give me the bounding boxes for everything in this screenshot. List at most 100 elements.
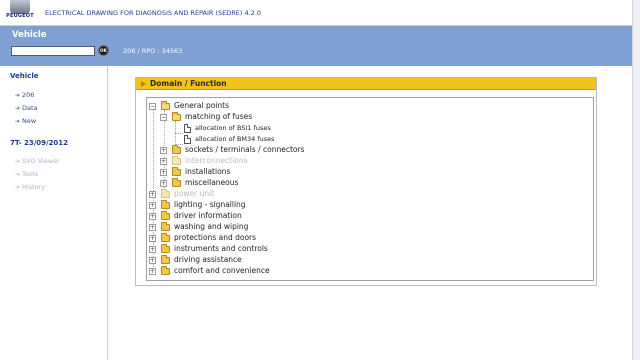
tree-item-washing-wiping[interactable]: + washing and wiping <box>149 222 349 233</box>
tree-item-label: comfort and convenience <box>174 266 270 275</box>
folder-icon <box>161 244 170 253</box>
tree-item-general-points[interactable]: − General points <box>149 101 349 112</box>
tree-item-miscellaneous[interactable]: + miscellaneous <box>160 178 360 189</box>
document-icon <box>184 124 191 133</box>
expand-icon[interactable]: + <box>149 191 156 198</box>
folder-icon <box>172 112 181 121</box>
tree-item-label: washing and wiping <box>174 222 249 231</box>
tree-item-sockets[interactable]: + sockets / terminals / connectors <box>160 145 380 156</box>
sidebar-link-tools[interactable]: ➔ Tools <box>15 170 38 178</box>
folder-icon <box>161 266 170 275</box>
tree-item-label: power unit <box>174 189 215 198</box>
sidebar: Vehicle ➔ 206 ➔ Data ➔ New 7T- 23/09/2012 ➔… <box>0 66 108 360</box>
folder-icon <box>161 101 170 110</box>
expand-icon[interactable]: + <box>149 224 156 231</box>
expand-icon[interactable]: + <box>149 235 156 242</box>
expand-icon[interactable]: + <box>160 147 167 154</box>
logo-text: PEUGEOT <box>6 13 34 19</box>
tree-item-interconnections[interactable]: + interconnections <box>160 156 360 167</box>
tree-item-label: allocation of BM34 fuses <box>195 135 275 143</box>
sidebar-link-new[interactable]: ➔ New <box>15 117 36 125</box>
tree-item-driver-information[interactable]: + driver information <box>149 211 349 222</box>
tree-item-lighting[interactable]: + lighting - signalling <box>149 200 349 211</box>
tree-item-bsi1-fuses[interactable]: allocation of BSI1 fuses <box>184 123 384 134</box>
window-edge <box>632 0 640 360</box>
vehicle-info: 206 / RPO : 34563 <box>123 47 183 55</box>
collapse-icon[interactable]: − <box>160 114 167 121</box>
expand-icon[interactable]: + <box>149 213 156 220</box>
arrow-icon: ➔ <box>15 171 21 178</box>
tree-item-label: matching of fuses <box>185 112 253 121</box>
vehicle-bar-title: Vehicle <box>12 30 47 40</box>
tree-connector <box>175 133 183 134</box>
sidebar-link-svg-viewer[interactable]: ➔ SVG Viewer <box>15 157 60 165</box>
sidebar-section-vehicle: Vehicle <box>10 72 39 80</box>
sidebar-link-label: History <box>22 183 46 191</box>
tree-item-label: allocation of BSI1 fuses <box>195 124 271 132</box>
tree-item-driving-assistance[interactable]: + driving assistance <box>149 255 349 266</box>
tree-item-label: driving assistance <box>174 255 242 264</box>
sidebar-link-label: Data <box>22 104 38 112</box>
vehicle-bar: Vehicle OK 206 / RPO : 34563 <box>0 26 632 66</box>
tree-item-label: instruments and controls <box>174 244 268 253</box>
folder-icon <box>161 200 170 209</box>
folder-icon <box>161 222 170 231</box>
tree-item-matching-of-fuses[interactable]: − matching of fuses <box>160 112 360 123</box>
arrow-icon: ➔ <box>15 105 21 112</box>
sidebar-link-data[interactable]: ➔ Data <box>15 104 38 112</box>
lion-badge-icon <box>10 0 30 14</box>
folder-icon <box>172 156 181 165</box>
folder-icon <box>161 233 170 242</box>
tree-item-power-unit[interactable]: + power unit <box>149 189 349 200</box>
expand-icon[interactable]: + <box>160 180 167 187</box>
tree-item-instruments-controls[interactable]: + instruments and controls <box>149 244 349 255</box>
tree-item-comfort-convenience[interactable]: + comfort and convenience <box>149 266 349 277</box>
expand-icon[interactable]: + <box>149 268 156 275</box>
tree-item-label: sockets / terminals / connectors <box>185 145 305 154</box>
folder-icon <box>172 167 181 176</box>
sidebar-link-history[interactable]: ➔ History <box>15 183 45 191</box>
expand-icon[interactable]: + <box>149 202 156 209</box>
expand-icon[interactable]: + <box>149 246 156 253</box>
sidebar-link-206[interactable]: ➔ 206 <box>15 91 34 99</box>
expand-icon[interactable]: + <box>160 169 167 176</box>
vehicle-search-input[interactable] <box>11 46 95 56</box>
sidebar-link-label: SVG Viewer <box>22 157 60 165</box>
tree-item-label: miscellaneous <box>185 178 239 187</box>
collapse-icon[interactable]: − <box>149 103 156 110</box>
tree-item-label: General points <box>174 101 229 110</box>
folder-icon <box>161 189 170 198</box>
sidebar-link-label: New <box>22 117 37 125</box>
arrow-icon: ➔ <box>15 118 21 125</box>
sidebar-section-date: 7T- 23/09/2012 <box>10 139 69 147</box>
app-title: ELECTRICAL DRAWING FOR DIAGNOSIS AND REP… <box>45 9 262 17</box>
panel-header: Domain / Function <box>136 78 596 90</box>
arrow-icon: ➔ <box>15 92 21 99</box>
sidebar-link-label: 206 <box>22 91 35 99</box>
document-icon <box>184 135 191 144</box>
ok-button[interactable]: OK <box>98 45 109 56</box>
tree-item-installations[interactable]: + installations <box>160 167 360 178</box>
tree-item-label: protections and doors <box>174 233 257 242</box>
tree-item-bm34-fuses[interactable]: allocation of BM34 fuses <box>184 134 384 145</box>
expand-icon[interactable]: + <box>149 257 156 264</box>
arrow-icon: ➔ <box>15 158 21 165</box>
folder-icon <box>161 255 170 264</box>
main-content: Domain / Function − General points − mat… <box>108 66 632 360</box>
tree-item-protections-doors[interactable]: + protections and doors <box>149 233 349 244</box>
folder-icon <box>172 178 181 187</box>
folder-icon <box>172 145 181 154</box>
tree-item-label: interconnections <box>185 156 248 165</box>
peugeot-logo: PEUGEOT <box>3 0 37 24</box>
panel-arrow-icon <box>141 81 146 87</box>
expand-icon[interactable]: + <box>160 158 167 165</box>
tree-item-label: lighting - signalling <box>174 200 246 209</box>
tree-item-label: driver information <box>174 211 242 220</box>
arrow-icon: ➔ <box>15 184 21 191</box>
panel-title: Domain / Function <box>150 79 227 88</box>
domain-function-panel: Domain / Function − General points − mat… <box>135 77 597 286</box>
folder-icon <box>161 211 170 220</box>
sidebar-link-label: Tools <box>22 170 39 178</box>
tree-item-label: installations <box>185 167 231 176</box>
app-header: PEUGEOT ELECTRICAL DRAWING FOR DIAGNOSIS… <box>0 0 640 26</box>
